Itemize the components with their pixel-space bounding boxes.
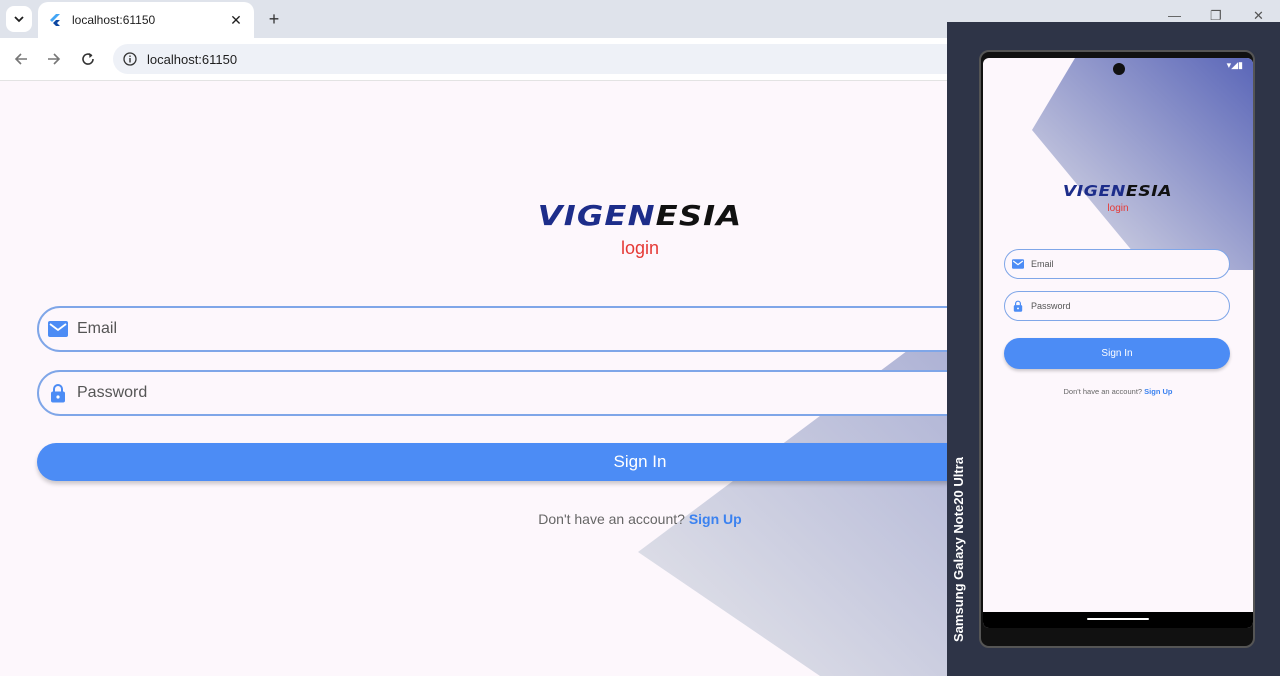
status-bar-icons: ▾◢▮ [1226,60,1243,70]
address-url[interactable]: localhost:61150 [147,52,237,67]
phone-navigation-bar [983,612,1253,628]
phone-app-brand: VIGENESIA login [983,182,1253,214]
lock-icon [47,382,69,404]
forward-arrow-icon [48,53,61,65]
reload-icon [82,53,94,65]
phone-password-field[interactable]: Password [1004,291,1230,321]
app-logo: VIGENESIA [538,199,743,232]
lock-icon [1011,299,1025,313]
back-button[interactable] [10,48,32,70]
no-account-text: Don't have an account? [538,511,689,527]
phone-password-placeholder: Password [1031,301,1071,311]
device-label: Samsung Galaxy Note20 Ultra [951,457,966,642]
phone-signup-link[interactable]: Sign Up [1144,387,1172,396]
tab-title: localhost:61150 [72,13,156,27]
minimize-icon[interactable]: — [1168,8,1181,23]
phone-subtitle: login [1107,203,1129,214]
back-arrow-icon [14,53,27,65]
close-icon[interactable]: ✕ [228,12,244,29]
browser-tab[interactable]: localhost:61150 ✕ [38,2,254,38]
front-camera [1113,63,1125,75]
mail-icon [1011,257,1025,271]
phone-frame: ▾◢▮ VIGENESIA login Email Password Sign … [979,50,1255,648]
phone-screen: ▾◢▮ VIGENESIA login Email Password Sign … [983,58,1253,628]
plus-icon[interactable]: + [264,9,284,29]
phone-logo-part2: ESIA [1126,182,1173,200]
logo-text-part1: VIGEN [537,199,656,232]
chevron-down-icon [14,16,24,23]
signup-link[interactable]: Sign Up [689,511,742,527]
home-indicator[interactable] [1087,618,1149,620]
logo-text-part2: ESIA [655,199,743,232]
reload-button[interactable] [77,48,99,70]
info-icon[interactable] [123,52,137,66]
forward-button[interactable] [43,48,65,70]
phone-app-logo: VIGENESIA [1063,182,1172,200]
tab-search-button[interactable] [6,6,32,32]
phone-no-account-text: Don't have an account? [1063,387,1145,396]
phone-signin-button[interactable]: Sign In [1004,338,1230,369]
phone-email-placeholder: Email [1031,259,1054,269]
phone-signup-prompt: Don't have an account? Sign Up [983,387,1253,396]
device-preview: Samsung Galaxy Note20 Ultra ▾◢▮ VIGENESI… [947,22,1280,676]
phone-email-field[interactable]: Email [1004,249,1230,279]
flutter-icon [50,14,60,26]
mail-icon [47,318,69,340]
phone-logo-part1: VIGEN [1063,182,1127,200]
